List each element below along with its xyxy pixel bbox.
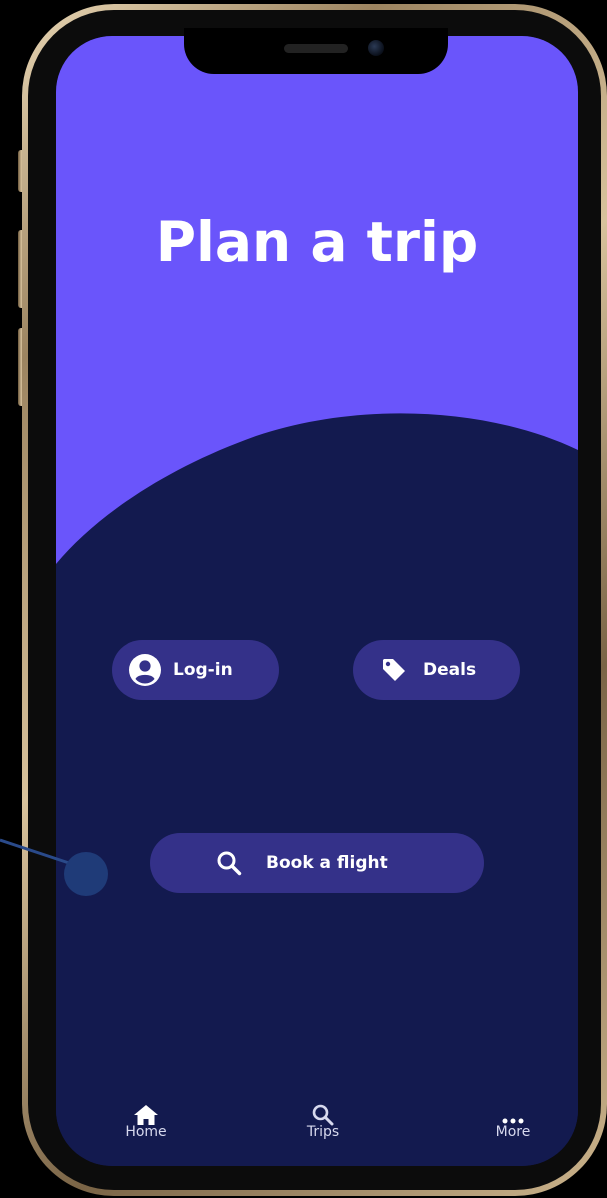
prototype-connector-line [0,838,79,868]
device-mockup: Plan a trip Log-in Deals Book a flight H… [0,0,607,1198]
prototype-hotspot[interactable] [64,852,108,896]
